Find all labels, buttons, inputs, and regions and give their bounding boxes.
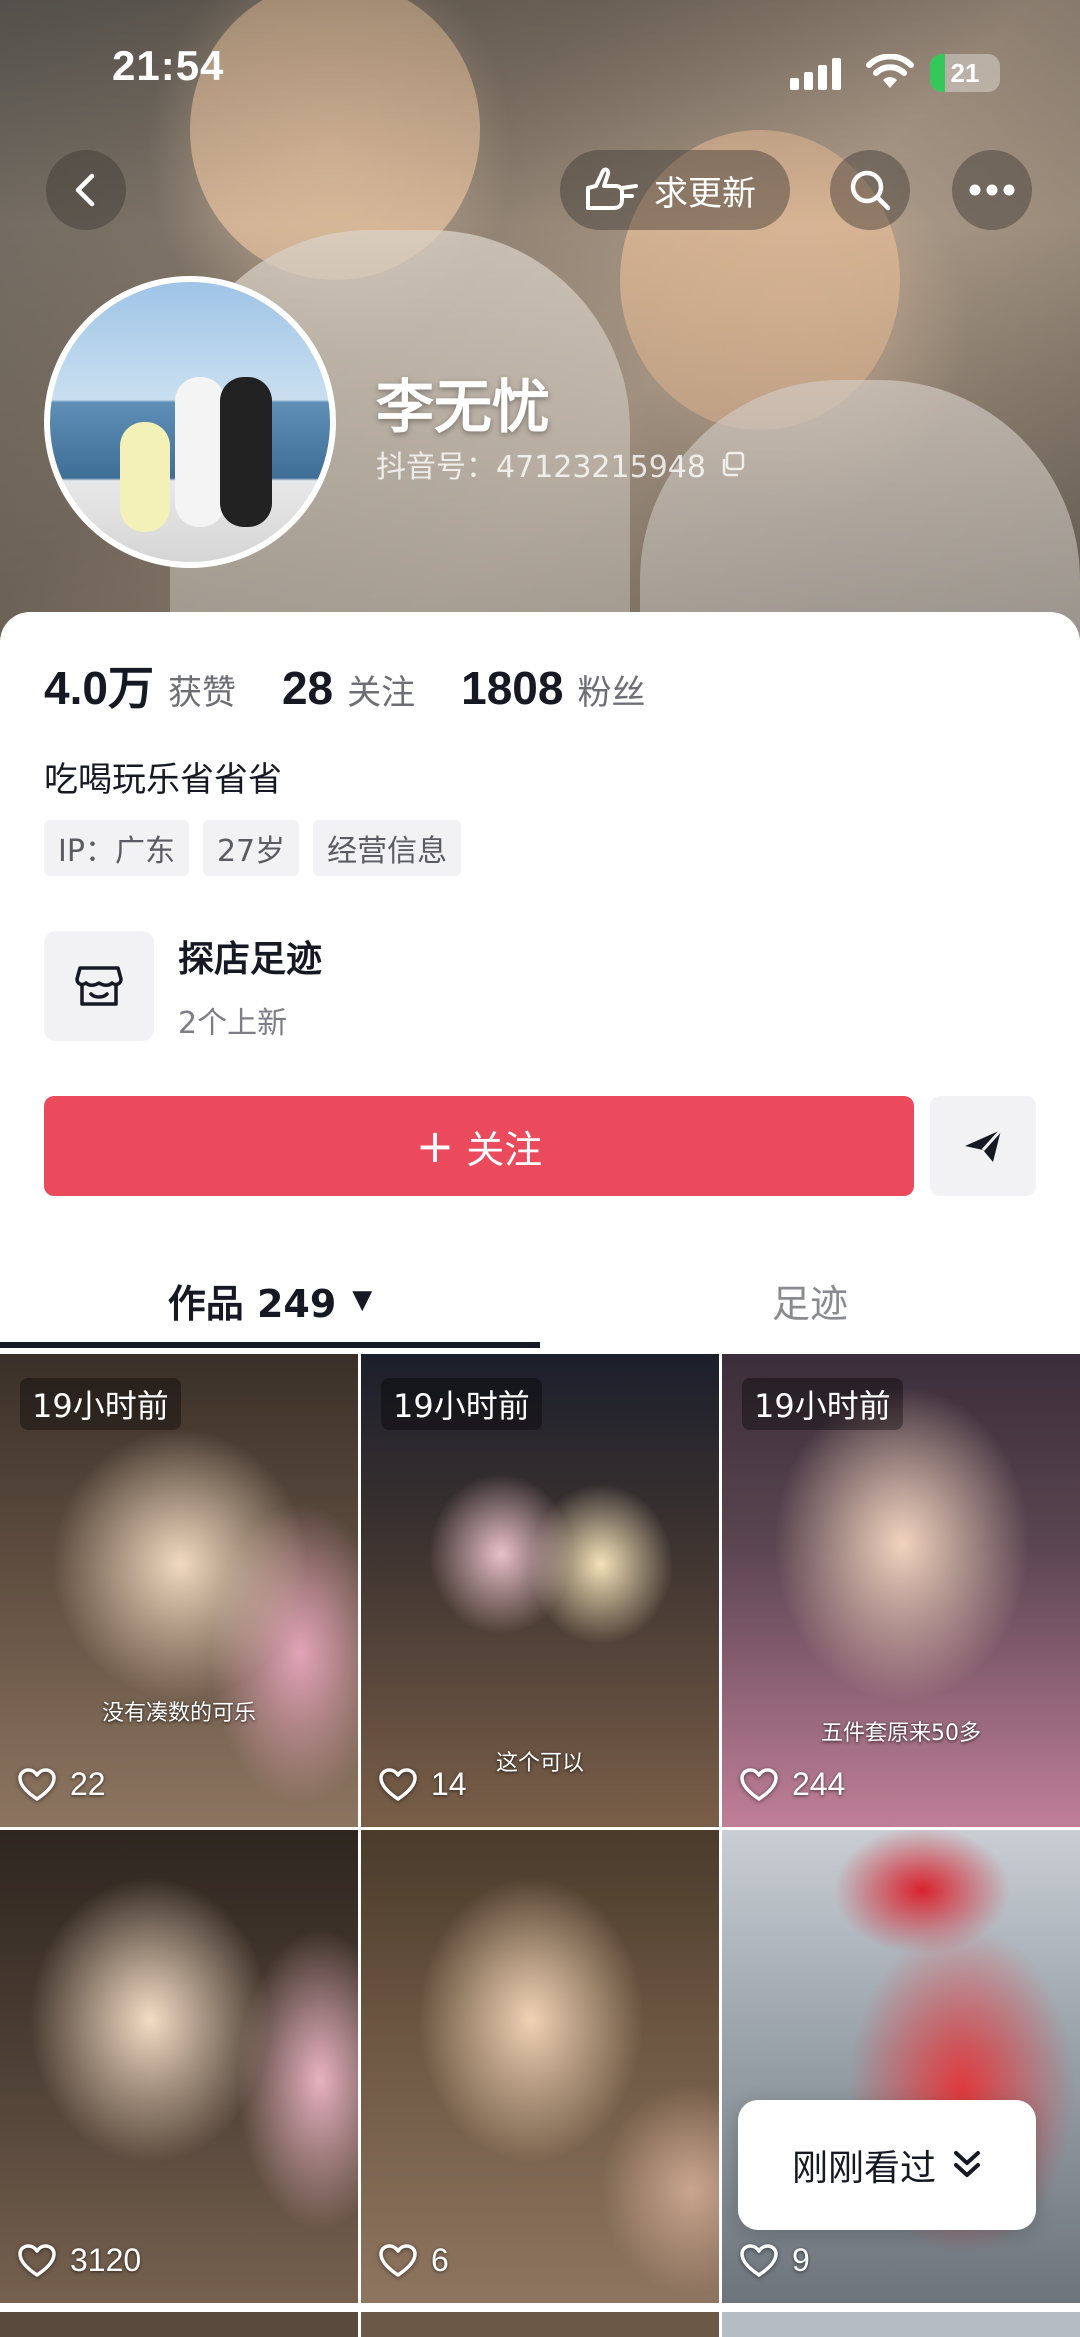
video-likes: 244 xyxy=(740,1766,845,1803)
heart-icon xyxy=(379,1767,417,1801)
tag-business-info[interactable]: 经营信息 xyxy=(313,820,462,876)
stat-likes-label: 获赞 xyxy=(167,673,236,713)
tag-ip-location: IP：广东 xyxy=(44,820,189,876)
video-caption: 五件套原来50多 xyxy=(821,1721,981,1746)
heart-icon xyxy=(18,2243,56,2277)
profile-name: 李无忧 xyxy=(376,373,551,441)
video-time-badge: 19小时前 xyxy=(381,1378,542,1430)
follow-label: 关注 xyxy=(466,1127,543,1172)
battery-icon: 21 xyxy=(930,54,1000,92)
video-tile[interactable]: 6 xyxy=(361,1830,719,2303)
status-bar: 21:54 21 xyxy=(0,0,1080,140)
video-likes: 9 xyxy=(740,2242,810,2279)
avatar-figure-1 xyxy=(120,422,170,532)
tab-works-label: 作品 249 xyxy=(167,1281,337,1326)
back-button[interactable] xyxy=(46,150,126,230)
avatar-figure-2 xyxy=(175,377,225,527)
shop-title: 探店足迹 xyxy=(178,939,323,980)
avatar[interactable] xyxy=(44,276,336,568)
stat-following-label: 关注 xyxy=(347,673,416,713)
video-tile[interactable]: 19小时前 五件套原来50多 244 xyxy=(722,1354,1080,1827)
video-like-count: 14 xyxy=(431,1766,467,1802)
heart-icon xyxy=(740,1767,778,1801)
store-icon xyxy=(44,931,154,1041)
video-like-count: 244 xyxy=(792,1766,846,1802)
video-like-count: 6 xyxy=(431,2242,449,2278)
shop-subtitle: 2个上新 xyxy=(178,1006,288,1041)
video-likes: 6 xyxy=(379,2242,449,2279)
recently-viewed-label: 刚刚看过 xyxy=(791,2148,936,2189)
send-icon xyxy=(965,1128,1003,1162)
video-thumbnail xyxy=(0,1830,358,2303)
video-tile-partial[interactable] xyxy=(722,2312,1080,2337)
tab-footprint[interactable]: 足迹 xyxy=(540,1252,1080,1348)
video-thumbnail xyxy=(722,1830,1080,2303)
video-like-count: 9 xyxy=(792,2242,810,2278)
video-caption: 没有凑数的可乐 xyxy=(101,1701,256,1726)
recently-viewed-button[interactable]: 刚刚看过 xyxy=(738,2100,1036,2230)
video-like-count: 3120 xyxy=(70,2242,142,2278)
wifi-icon xyxy=(866,54,914,88)
battery-level: 21 xyxy=(950,58,980,88)
video-grid-next-row xyxy=(0,2312,1080,2337)
profile-tags: IP：广东 27岁 经营信息 xyxy=(44,820,462,876)
heart-icon xyxy=(18,1767,56,1801)
stat-following[interactable]: 28 关注 xyxy=(282,661,415,715)
video-time-badge: 19小时前 xyxy=(20,1378,181,1430)
stat-followers[interactable]: 1808 粉丝 xyxy=(461,661,645,715)
video-thumbnail xyxy=(361,1830,719,2303)
video-tile-partial[interactable] xyxy=(361,2312,719,2337)
search-button[interactable] xyxy=(830,150,910,230)
more-options-button[interactable] xyxy=(952,150,1032,230)
status-time: 21:54 xyxy=(112,42,225,89)
profile-bio: 吃喝玩乐省省省 xyxy=(44,760,282,800)
profile-stats: 4.0万 获赞 28 关注 1808 粉丝 xyxy=(44,652,691,718)
heart-icon xyxy=(379,2243,417,2277)
tab-footprint-label: 足迹 xyxy=(771,1281,848,1326)
chevron-left-icon xyxy=(75,173,95,207)
tab-works[interactable]: 作品 249 ▼ xyxy=(0,1252,540,1348)
video-likes: 14 xyxy=(379,1766,467,1803)
stat-likes-value: 4.0万 xyxy=(44,662,154,714)
follow-button[interactable]: + 关注 xyxy=(44,1096,914,1196)
video-tile[interactable]: 19小时前 这个可以 14 xyxy=(361,1354,719,1827)
stat-followers-value: 1808 xyxy=(461,662,564,714)
stat-likes[interactable]: 4.0万 获赞 xyxy=(44,652,236,718)
video-tile[interactable]: 3120 xyxy=(0,1830,358,2303)
pointing-hand-icon xyxy=(586,167,638,210)
shop-visit-entry[interactable]: 探店足迹 2个上新 xyxy=(44,930,322,1042)
douyin-id[interactable]: 抖音号：47123215948 xyxy=(376,442,746,486)
douyin-id-text: 抖音号：47123215948 xyxy=(376,450,706,485)
avatar-figure-3 xyxy=(220,377,272,527)
video-tile[interactable]: 9 xyxy=(722,1830,1080,2303)
video-tile[interactable]: 19小时前 没有凑数的可乐 22 xyxy=(0,1354,358,1827)
tag-age: 27岁 xyxy=(202,820,300,876)
video-like-count: 22 xyxy=(70,1766,106,1802)
plus-icon: + xyxy=(415,1119,455,1173)
caret-down-icon: ▼ xyxy=(352,1285,373,1315)
request-update-label: 求更新 xyxy=(654,173,756,214)
request-update-button[interactable]: 求更新 xyxy=(560,150,790,230)
profile-tabs: 作品 249 ▼ 足迹 xyxy=(0,1252,1080,1348)
copy-icon[interactable] xyxy=(720,451,746,477)
video-likes: 3120 xyxy=(18,2242,141,2279)
message-button[interactable] xyxy=(930,1096,1036,1196)
stat-following-value: 28 xyxy=(281,662,334,714)
cellular-signal-icon xyxy=(790,58,842,90)
video-time-badge: 19小时前 xyxy=(742,1378,903,1430)
video-likes: 22 xyxy=(18,1766,106,1803)
heart-icon xyxy=(740,2243,778,2277)
more-dots-icon xyxy=(969,184,1015,196)
search-icon xyxy=(850,170,891,211)
stat-followers-label: 粉丝 xyxy=(577,673,646,713)
video-tile-partial[interactable] xyxy=(0,2312,358,2337)
active-tab-indicator xyxy=(0,1342,540,1348)
double-chevron-down-icon xyxy=(954,2151,980,2177)
